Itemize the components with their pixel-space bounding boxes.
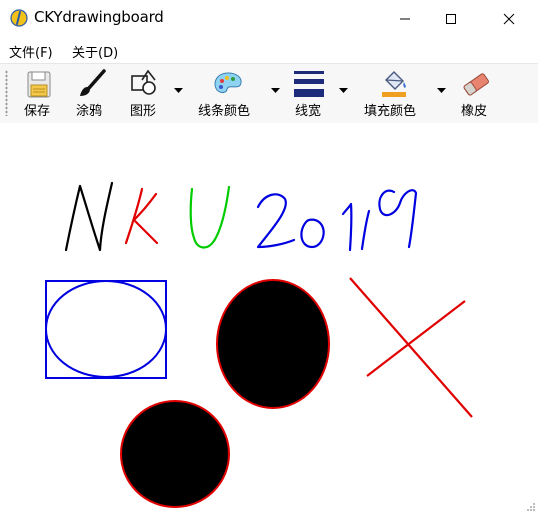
palette-icon	[214, 72, 242, 93]
shape-dropdown-icon[interactable]	[174, 88, 183, 94]
eraser-button[interactable]: 橡皮	[456, 64, 496, 122]
toolbar: 保存 涂鸦 图形 线条颜色 线宽 填充颜色 橡皮	[0, 63, 538, 124]
menu-file[interactable]: 文件(F)	[9, 42, 53, 61]
menu-about[interactable]: 关于(D)	[72, 42, 118, 61]
save-button[interactable]: 保存	[20, 64, 60, 122]
resize-grip-icon[interactable]	[526, 502, 536, 512]
stroke-digit-1	[341, 202, 353, 252]
app-icon	[10, 9, 28, 27]
line-color-button[interactable]: 线条颜色	[196, 64, 258, 122]
red-line-1	[349, 277, 473, 418]
canvas-drawing	[45, 181, 473, 508]
save-icon	[27, 71, 51, 98]
shapes-icon	[131, 69, 156, 95]
line-color-dropdown-icon[interactable]	[271, 88, 280, 94]
fill-color-dropdown-icon[interactable]	[437, 88, 446, 94]
stroke-digit-2	[256, 193, 296, 249]
black-ellipse-small	[120, 400, 230, 508]
brush-label: 涂鸦	[76, 104, 103, 119]
shape-button[interactable]: 图形	[124, 64, 164, 122]
close-button[interactable]	[486, 0, 532, 37]
stroke-letter-n	[64, 181, 114, 252]
red-line-2	[366, 300, 466, 377]
maximize-button[interactable]	[428, 0, 474, 37]
black-ellipse-large	[216, 279, 330, 409]
drawing-canvas[interactable]	[0, 123, 538, 514]
minimize-icon	[400, 18, 410, 19]
eraser-label: 橡皮	[461, 104, 488, 119]
line-width-dropdown-icon[interactable]	[339, 88, 348, 94]
brush-button[interactable]: 涂鸦	[72, 64, 112, 122]
line-width-icon	[294, 71, 324, 97]
fill-color-button[interactable]: 填充颜色	[362, 64, 424, 122]
line-color-label: 线条颜色	[198, 104, 251, 119]
save-label: 保存	[24, 104, 51, 119]
blue-ellipse	[45, 280, 167, 378]
stroke-digit-9	[360, 189, 418, 251]
line-width-label: 线宽	[295, 104, 322, 119]
window-title: CKYdrawingboard	[34, 8, 164, 26]
stroke-letter-k	[124, 187, 159, 245]
stroke-digit-0	[300, 218, 325, 249]
maximize-icon	[446, 13, 456, 24]
menu-bar: 文件(F) 关于(D)	[0, 37, 538, 63]
line-width-button[interactable]: 线宽	[291, 64, 327, 122]
toolbar-grip[interactable]	[5, 70, 8, 116]
title-bar: CKYdrawingboard	[0, 0, 538, 37]
eraser-icon	[463, 73, 489, 96]
brush-icon	[80, 69, 106, 96]
stroke-letter-u	[189, 185, 231, 249]
fill-color-label: 填充颜色	[364, 104, 417, 119]
shape-label: 图形	[130, 104, 157, 119]
paint-bucket-icon	[382, 71, 406, 97]
close-icon	[503, 13, 515, 24]
minimize-button[interactable]	[382, 0, 428, 37]
